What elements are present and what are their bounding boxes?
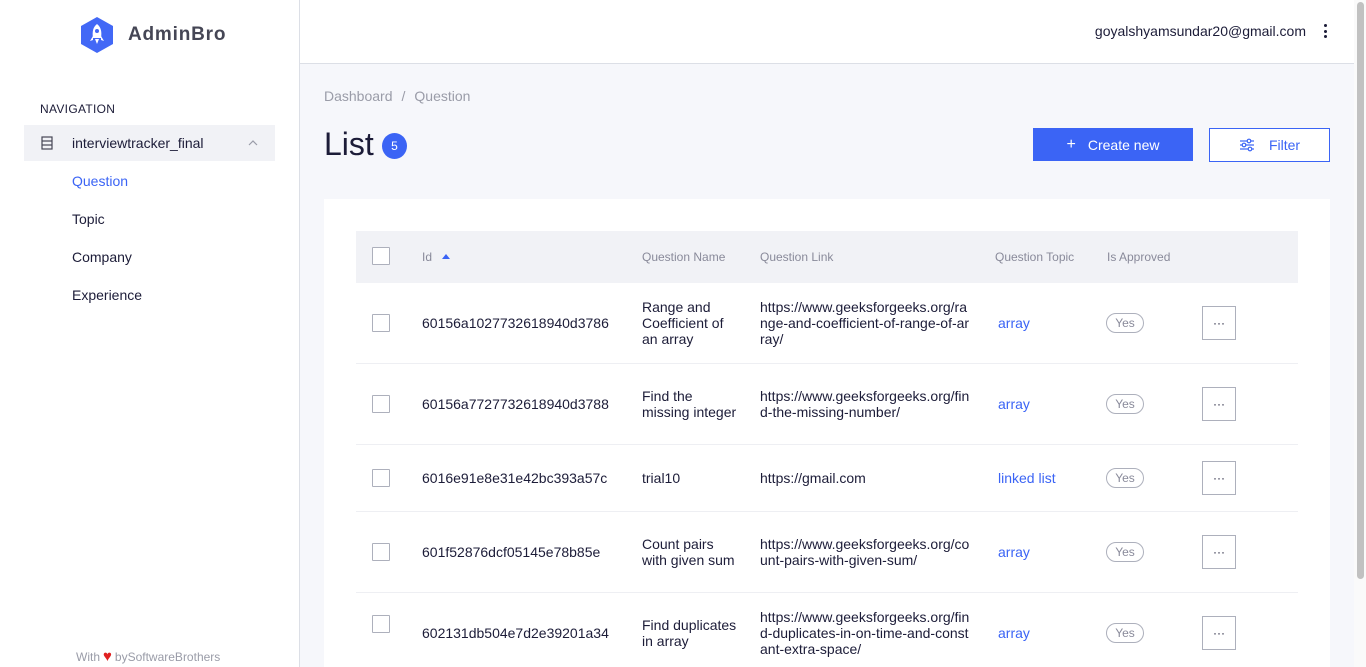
approved-badge: Yes bbox=[1106, 623, 1144, 643]
column-header-question-link[interactable]: Question Link bbox=[760, 250, 833, 264]
approved-badge: Yes bbox=[1106, 468, 1144, 488]
row-id[interactable]: 60156a1027732618940d3786 bbox=[422, 315, 609, 331]
row-checkbox[interactable] bbox=[372, 314, 390, 332]
column-header-question-topic[interactable]: Question Topic bbox=[995, 250, 1074, 264]
row-question-link: https://www.geeksforgeeks.org/count-pair… bbox=[760, 536, 970, 568]
sidebar-footer: With ♥ bySoftwareBrothers bbox=[76, 648, 220, 665]
row-question-link: https://www.geeksforgeeks.org/find-dupli… bbox=[760, 609, 970, 657]
top-bar: goyalshyamsundar20@gmail.com bbox=[300, 0, 1354, 64]
table-header: Id Question Name Question Link Question … bbox=[356, 231, 1298, 283]
row-question-topic[interactable]: array bbox=[998, 544, 1030, 560]
brand-logo[interactable]: AdminBro bbox=[78, 16, 226, 54]
approved-badge: Yes bbox=[1106, 313, 1144, 333]
column-header-id[interactable]: Id bbox=[422, 250, 451, 264]
sidebar-item-question[interactable]: Question bbox=[72, 173, 128, 189]
row-question-name: Find the missing integer bbox=[642, 388, 737, 420]
sidebar-item-topic[interactable]: Topic bbox=[72, 211, 105, 227]
row-actions-button[interactable]: ··· bbox=[1202, 535, 1236, 569]
sort-ascending-icon bbox=[442, 254, 451, 259]
user-email[interactable]: goyalshyamsundar20@gmail.com bbox=[1095, 23, 1306, 39]
breadcrumb-dashboard[interactable]: Dashboard bbox=[324, 88, 393, 104]
column-header-id-label: Id bbox=[422, 250, 433, 264]
table-row[interactable]: 602131db504e7d2e39201a34 Find duplicates… bbox=[356, 593, 1298, 667]
sidebar-group-interviewtracker[interactable]: interviewtracker_final bbox=[24, 125, 275, 161]
row-question-name: trial10 bbox=[642, 470, 681, 486]
approved-badge: Yes bbox=[1106, 394, 1144, 414]
row-actions-button[interactable]: ··· bbox=[1202, 387, 1236, 421]
row-question-link: https://gmail.com bbox=[760, 470, 866, 486]
breadcrumb: Dashboard / Question bbox=[324, 88, 470, 104]
scrollbar-thumb[interactable] bbox=[1357, 2, 1364, 579]
column-header-is-approved[interactable]: Is Approved bbox=[1107, 250, 1170, 264]
row-question-link: https://www.geeksforgeeks.org/find-the-m… bbox=[760, 388, 970, 420]
footer-credit-link[interactable]: bySoftwareBrothers bbox=[115, 650, 220, 664]
row-checkbox[interactable] bbox=[372, 469, 390, 487]
row-question-name: Count pairs with given sum bbox=[642, 536, 735, 568]
row-checkbox[interactable] bbox=[372, 615, 390, 633]
row-actions-button[interactable]: ··· bbox=[1202, 461, 1236, 495]
sidebar-item-experience[interactable]: Experience bbox=[72, 287, 142, 303]
row-checkbox[interactable] bbox=[372, 543, 390, 561]
create-new-label: Create new bbox=[1087, 136, 1160, 153]
sliders-icon bbox=[1239, 138, 1254, 152]
row-question-topic[interactable]: linked list bbox=[998, 470, 1056, 486]
navigation-heading: NAVIGATION bbox=[40, 102, 116, 116]
approved-badge: Yes bbox=[1106, 542, 1144, 562]
footer-prefix: With bbox=[76, 649, 100, 664]
row-actions-button[interactable]: ··· bbox=[1202, 306, 1236, 340]
sidebar-group-label: interviewtracker_final bbox=[72, 135, 204, 151]
table-row[interactable]: 60156a1027732618940d3786 Range and Coeff… bbox=[356, 283, 1298, 364]
brand-name: AdminBro bbox=[128, 24, 227, 45]
table-row[interactable]: 6016e91e8e31e42bc393a57c trial10 https:/… bbox=[356, 445, 1298, 512]
table-row[interactable]: 60156a7727732618940d3788 Find the missin… bbox=[356, 364, 1298, 445]
sidebar-item-company[interactable]: Company bbox=[72, 249, 132, 265]
create-new-button[interactable]: + Create new bbox=[1033, 128, 1193, 161]
database-icon bbox=[41, 136, 53, 150]
row-id[interactable]: 601f52876dcf05145e78b85e bbox=[422, 544, 600, 560]
row-question-name: Find duplicates in array bbox=[642, 617, 737, 649]
heart-icon: ♥ bbox=[103, 648, 112, 665]
chevron-up-icon[interactable] bbox=[247, 137, 259, 149]
row-question-link: https://www.geeksforgeeks.org/range-and-… bbox=[760, 299, 970, 347]
row-actions-button[interactable]: ··· bbox=[1202, 616, 1236, 650]
page-scrollbar[interactable] bbox=[1354, 0, 1366, 667]
more-options-icon[interactable] bbox=[1324, 24, 1328, 38]
breadcrumb-separator: / bbox=[401, 88, 406, 104]
row-checkbox[interactable] bbox=[372, 395, 390, 413]
table-row[interactable]: 601f52876dcf05145e78b85e Count pairs wit… bbox=[356, 512, 1298, 593]
filter-label: Filter bbox=[1268, 137, 1301, 153]
filter-button[interactable]: Filter bbox=[1209, 128, 1330, 162]
page-title: List bbox=[324, 126, 374, 162]
rocket-logo-icon bbox=[81, 17, 113, 53]
select-all-checkbox[interactable] bbox=[372, 247, 390, 265]
row-question-topic[interactable]: array bbox=[998, 315, 1030, 331]
plus-icon: + bbox=[1066, 135, 1076, 153]
sidebar: AdminBro NAVIGATION interviewtracker_fin… bbox=[0, 0, 300, 667]
row-question-topic[interactable]: array bbox=[998, 396, 1030, 412]
breadcrumb-question[interactable]: Question bbox=[414, 88, 470, 104]
row-question-name: Range and Coefficient of an array bbox=[642, 299, 724, 347]
row-id[interactable]: 6016e91e8e31e42bc393a57c bbox=[422, 470, 607, 486]
column-header-question-name[interactable]: Question Name bbox=[642, 250, 725, 264]
record-count-badge: 5 bbox=[382, 133, 407, 159]
row-id[interactable]: 60156a7727732618940d3788 bbox=[422, 396, 609, 412]
row-question-topic[interactable]: array bbox=[998, 625, 1030, 641]
row-id[interactable]: 602131db504e7d2e39201a34 bbox=[422, 625, 609, 641]
